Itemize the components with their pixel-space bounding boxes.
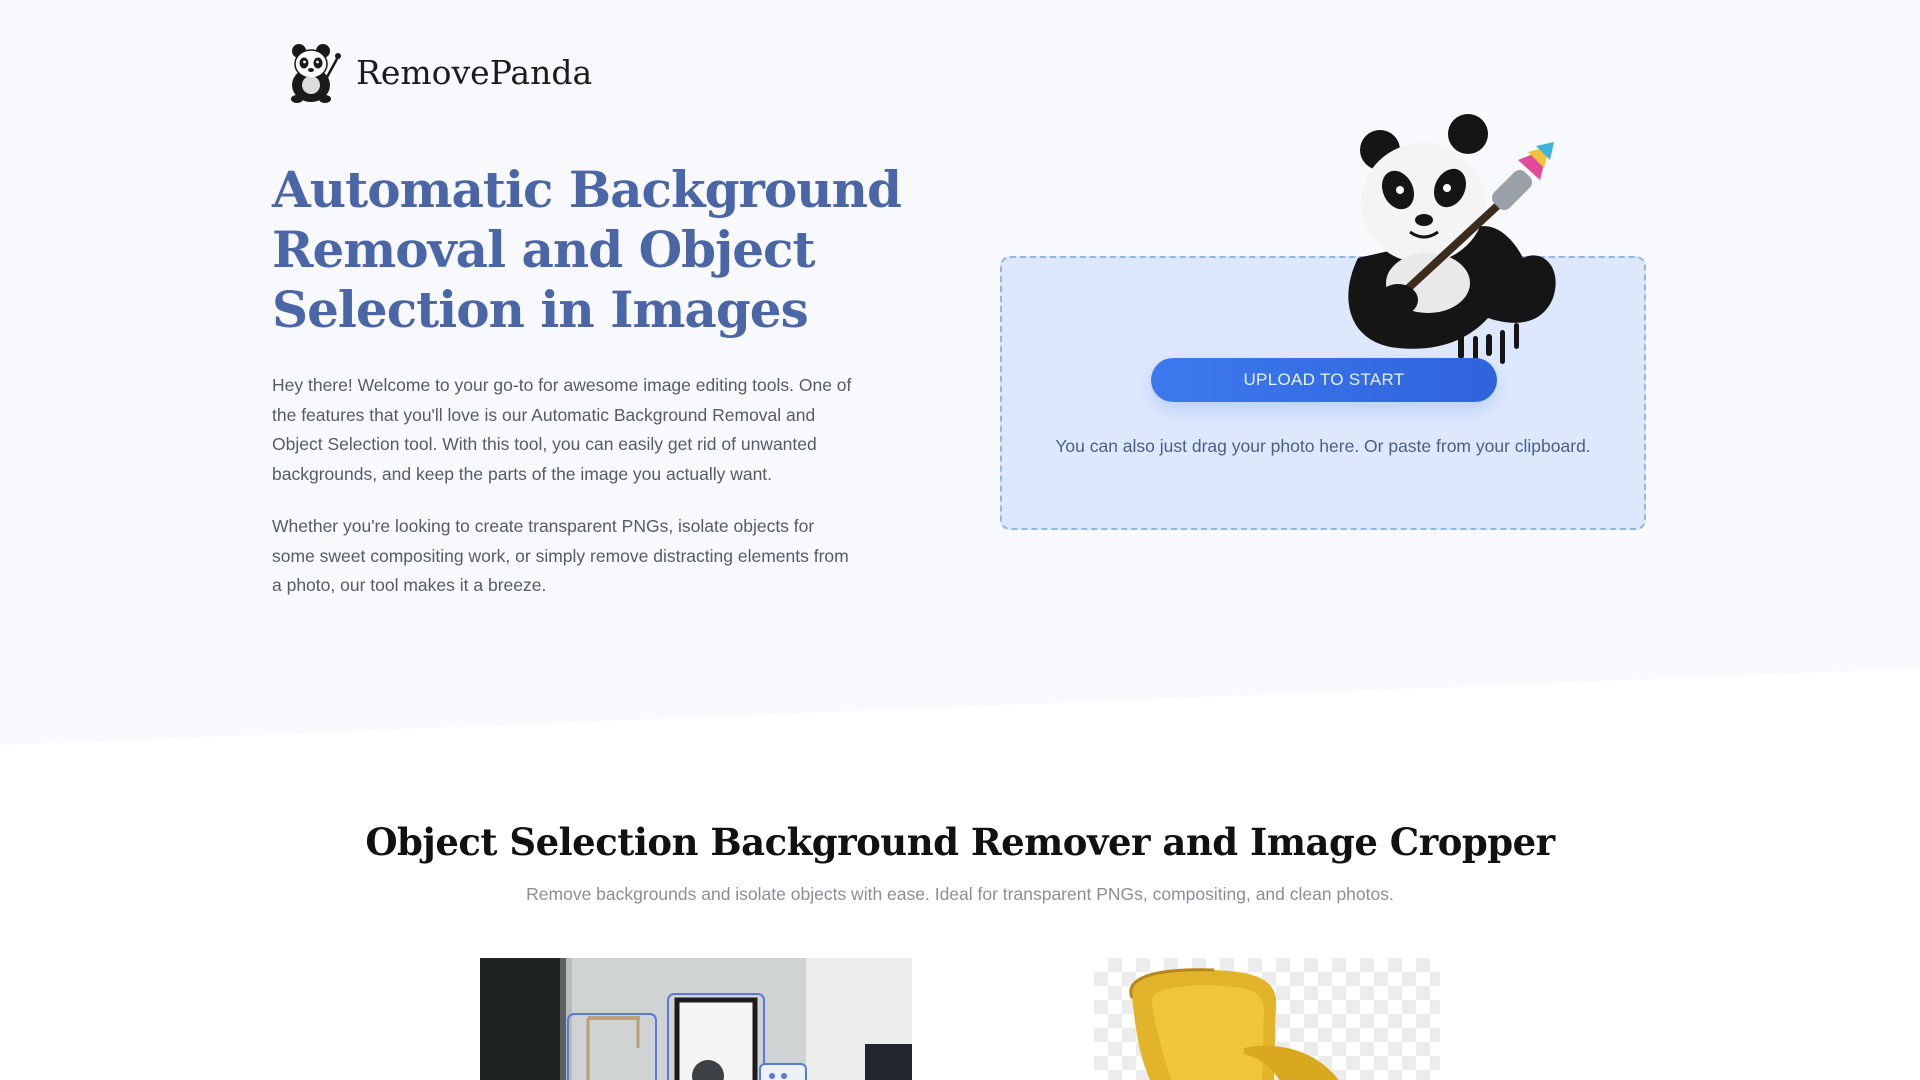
yellow-chair-cutout-example-image bbox=[1094, 958, 1440, 1080]
panda-logo-icon bbox=[291, 44, 341, 103]
section-title: Object Selection Background Remover and … bbox=[365, 820, 1555, 864]
section-subtitle: Remove backgrounds and isolate objects w… bbox=[526, 884, 1394, 904]
room-interior-photo bbox=[480, 958, 912, 1080]
upload-hint-text: You can also just drag your photo here. … bbox=[1055, 436, 1591, 456]
hero-intro-paragraph: Hey there! Welcome to your go-to for awe… bbox=[272, 375, 852, 484]
yellow-chair-photo bbox=[1129, 968, 1339, 1080]
hero-title: Automatic Background Removal and Object … bbox=[272, 160, 902, 339]
panda-painter-illustration bbox=[1348, 114, 1556, 366]
upload-to-start-button[interactable]: UPLOAD TO START bbox=[1151, 358, 1497, 402]
brand-name: RemovePanda bbox=[356, 52, 593, 92]
room-interior-example-image bbox=[480, 958, 912, 1080]
page: RemovePanda Automatic Background Removal… bbox=[0, 0, 1920, 1080]
hero-use-cases-paragraph: Whether you're looking to create transpa… bbox=[272, 516, 849, 595]
brand-logo-link[interactable]: RemovePanda bbox=[280, 38, 592, 106]
